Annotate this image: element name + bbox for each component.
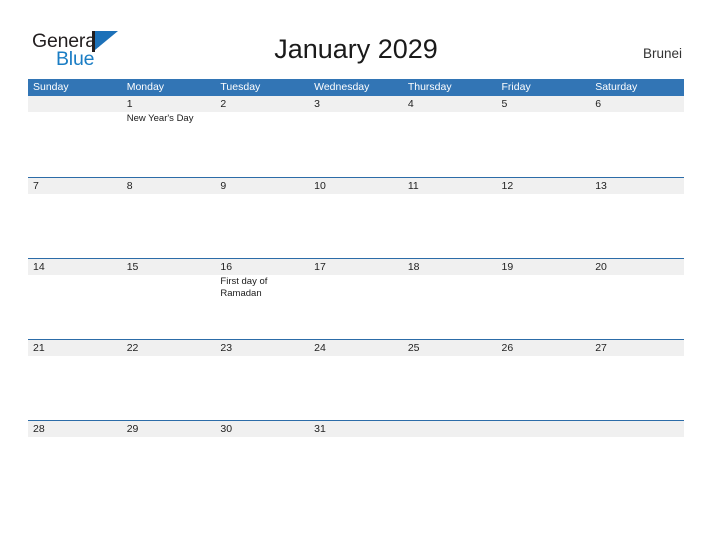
- weekday-header-saturday: Saturday: [595, 81, 638, 93]
- day-number: 11: [407, 180, 419, 192]
- weekday-header-sunday: Sunday: [33, 81, 69, 93]
- week-row: 21 22 23 24 25 26 27: [28, 339, 684, 420]
- day-cell[interactable]: 30: [215, 421, 309, 502]
- day-number: 27: [595, 342, 607, 354]
- day-cell[interactable]: 31: [309, 421, 403, 502]
- day-cell-empty: [497, 421, 591, 502]
- day-number: 6: [595, 98, 602, 110]
- day-cell[interactable]: 13: [590, 178, 684, 259]
- day-cell[interactable]: 24: [309, 340, 403, 421]
- day-number: 18: [407, 261, 420, 273]
- day-number: 9: [220, 180, 227, 192]
- day-number: 13: [595, 180, 607, 192]
- day-cell[interactable]: 29: [122, 421, 216, 502]
- day-number: 16: [220, 261, 233, 273]
- day-number: 1: [126, 98, 133, 110]
- weekday-header-friday: Friday: [501, 81, 531, 93]
- day-cell[interactable]: 3: [309, 96, 403, 177]
- day-number: 21: [33, 342, 45, 354]
- week-row: 14 15 16 First day of Ramadan 17 18 19 20: [28, 258, 684, 339]
- month-calendar: Sunday Monday Tuesday Wednesday Thursday Frid…: [28, 79, 684, 501]
- page-title: January 2029: [274, 34, 438, 64]
- day-number: 28: [33, 423, 45, 435]
- day-cell[interactable]: 7: [28, 178, 122, 259]
- week-cells: 21 22 23 24 25 26 27: [28, 340, 684, 421]
- day-cell[interactable]: 12: [497, 178, 591, 259]
- day-cell[interactable]: 25: [403, 340, 497, 421]
- week-cells: 28 29 30 31: [28, 421, 684, 502]
- week-row: 7 8 9 10 11 12 13: [28, 177, 684, 258]
- day-number: 10: [314, 180, 326, 192]
- week-row: 1 New Year's Day 2 3 4 5 6: [28, 96, 684, 177]
- day-number: 24: [314, 342, 326, 354]
- day-number: 3: [314, 98, 320, 110]
- day-number: 30: [220, 423, 233, 435]
- weekday-header-wednesday: Wednesday: [314, 81, 370, 93]
- weeks-container: 1 New Year's Day 2 3 4 5 6 7 8 9 10 11 12 13 14 15 16 Fir…: [28, 96, 684, 501]
- day-number: 23: [220, 342, 233, 354]
- day-number: 8: [126, 180, 133, 192]
- day-number: 29: [126, 423, 139, 435]
- day-cell-empty: [28, 96, 122, 177]
- day-cell[interactable]: 15: [122, 259, 216, 340]
- region-label: Brunei: [642, 46, 682, 61]
- day-cell[interactable]: 18: [403, 259, 497, 340]
- day-cell[interactable]: 22: [122, 340, 216, 421]
- day-cell[interactable]: 6: [590, 96, 684, 177]
- day-events: First day of Ramadan: [220, 276, 306, 299]
- day-number: 26: [501, 342, 514, 354]
- day-cell[interactable]: 19: [497, 259, 591, 340]
- week-cells: 14 15 16 First day of Ramadan 17 18 19 20: [28, 259, 684, 340]
- day-cell[interactable]: 27: [590, 340, 684, 421]
- day-number: 5: [501, 98, 508, 110]
- day-cell-empty: [590, 421, 684, 502]
- day-cell[interactable]: 11: [403, 178, 497, 259]
- day-number: 12: [501, 180, 514, 192]
- weekday-header-monday: Monday: [126, 81, 165, 93]
- holiday-label: First day of Ramadan: [220, 276, 268, 299]
- day-events: New Year's Day: [127, 113, 213, 125]
- day-cell[interactable]: 17: [309, 259, 403, 340]
- day-number: 25: [407, 342, 420, 354]
- day-cell-empty: [403, 421, 497, 502]
- holiday-label: New Year's Day: [126, 113, 194, 124]
- day-cell[interactable]: 4: [403, 96, 497, 177]
- day-number: 20: [595, 261, 607, 273]
- day-number: 7: [33, 180, 39, 192]
- weekday-header-row: Sunday Monday Tuesday Wednesday Thursday Frid…: [28, 79, 684, 96]
- day-number: 19: [501, 261, 514, 273]
- day-cell[interactable]: 2: [215, 96, 309, 177]
- day-cell[interactable]: 14: [28, 259, 122, 340]
- day-cell[interactable]: 1 New Year's Day: [122, 96, 216, 177]
- day-cell[interactable]: 8: [122, 178, 216, 259]
- week-cells: 1 New Year's Day 2 3 4 5 6: [28, 96, 684, 177]
- week-cells: 7 8 9 10 11 12 13: [28, 178, 684, 259]
- page-header: General Blue January 2029 Brunei: [0, 0, 712, 79]
- day-cell[interactable]: 28: [28, 421, 122, 502]
- weekday-header-thursday: Thursday: [407, 81, 452, 93]
- week-row: 28 29 30 31: [28, 420, 684, 501]
- day-cell[interactable]: 5: [497, 96, 591, 177]
- day-cell[interactable]: 20: [590, 259, 684, 340]
- calendar-page: General Blue January 2029 Brunei Sunday M…: [0, 0, 712, 550]
- day-cell[interactable]: 23: [215, 340, 309, 421]
- weekday-header-tuesday: Tuesday: [220, 81, 261, 93]
- day-number: 4: [407, 98, 414, 110]
- day-cell[interactable]: 16 First day of Ramadan: [215, 259, 309, 340]
- day-number: 15: [126, 261, 139, 273]
- day-cell[interactable]: 26: [497, 340, 591, 421]
- day-cell[interactable]: 10: [309, 178, 403, 259]
- day-number: 14: [33, 261, 45, 273]
- day-number: 22: [126, 342, 139, 354]
- day-number: 17: [314, 261, 326, 273]
- day-number: 2: [220, 98, 227, 110]
- day-cell[interactable]: 9: [215, 178, 309, 259]
- day-number: 31: [314, 423, 326, 435]
- day-cell[interactable]: 21: [28, 340, 122, 421]
